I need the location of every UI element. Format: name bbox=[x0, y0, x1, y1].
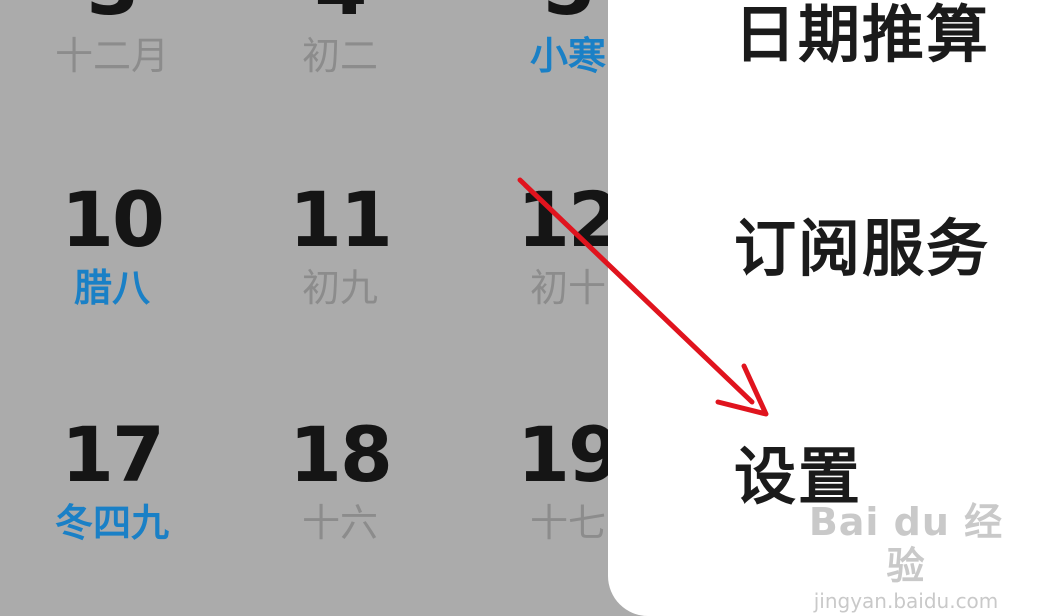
watermark-url: jingyan.baidu.com bbox=[813, 589, 999, 613]
watermark-logo: Bai du 经验 bbox=[808, 500, 1004, 588]
baidu-jingyan-watermark: Bai du 经验 jingyan.baidu.com bbox=[806, 500, 1006, 614]
